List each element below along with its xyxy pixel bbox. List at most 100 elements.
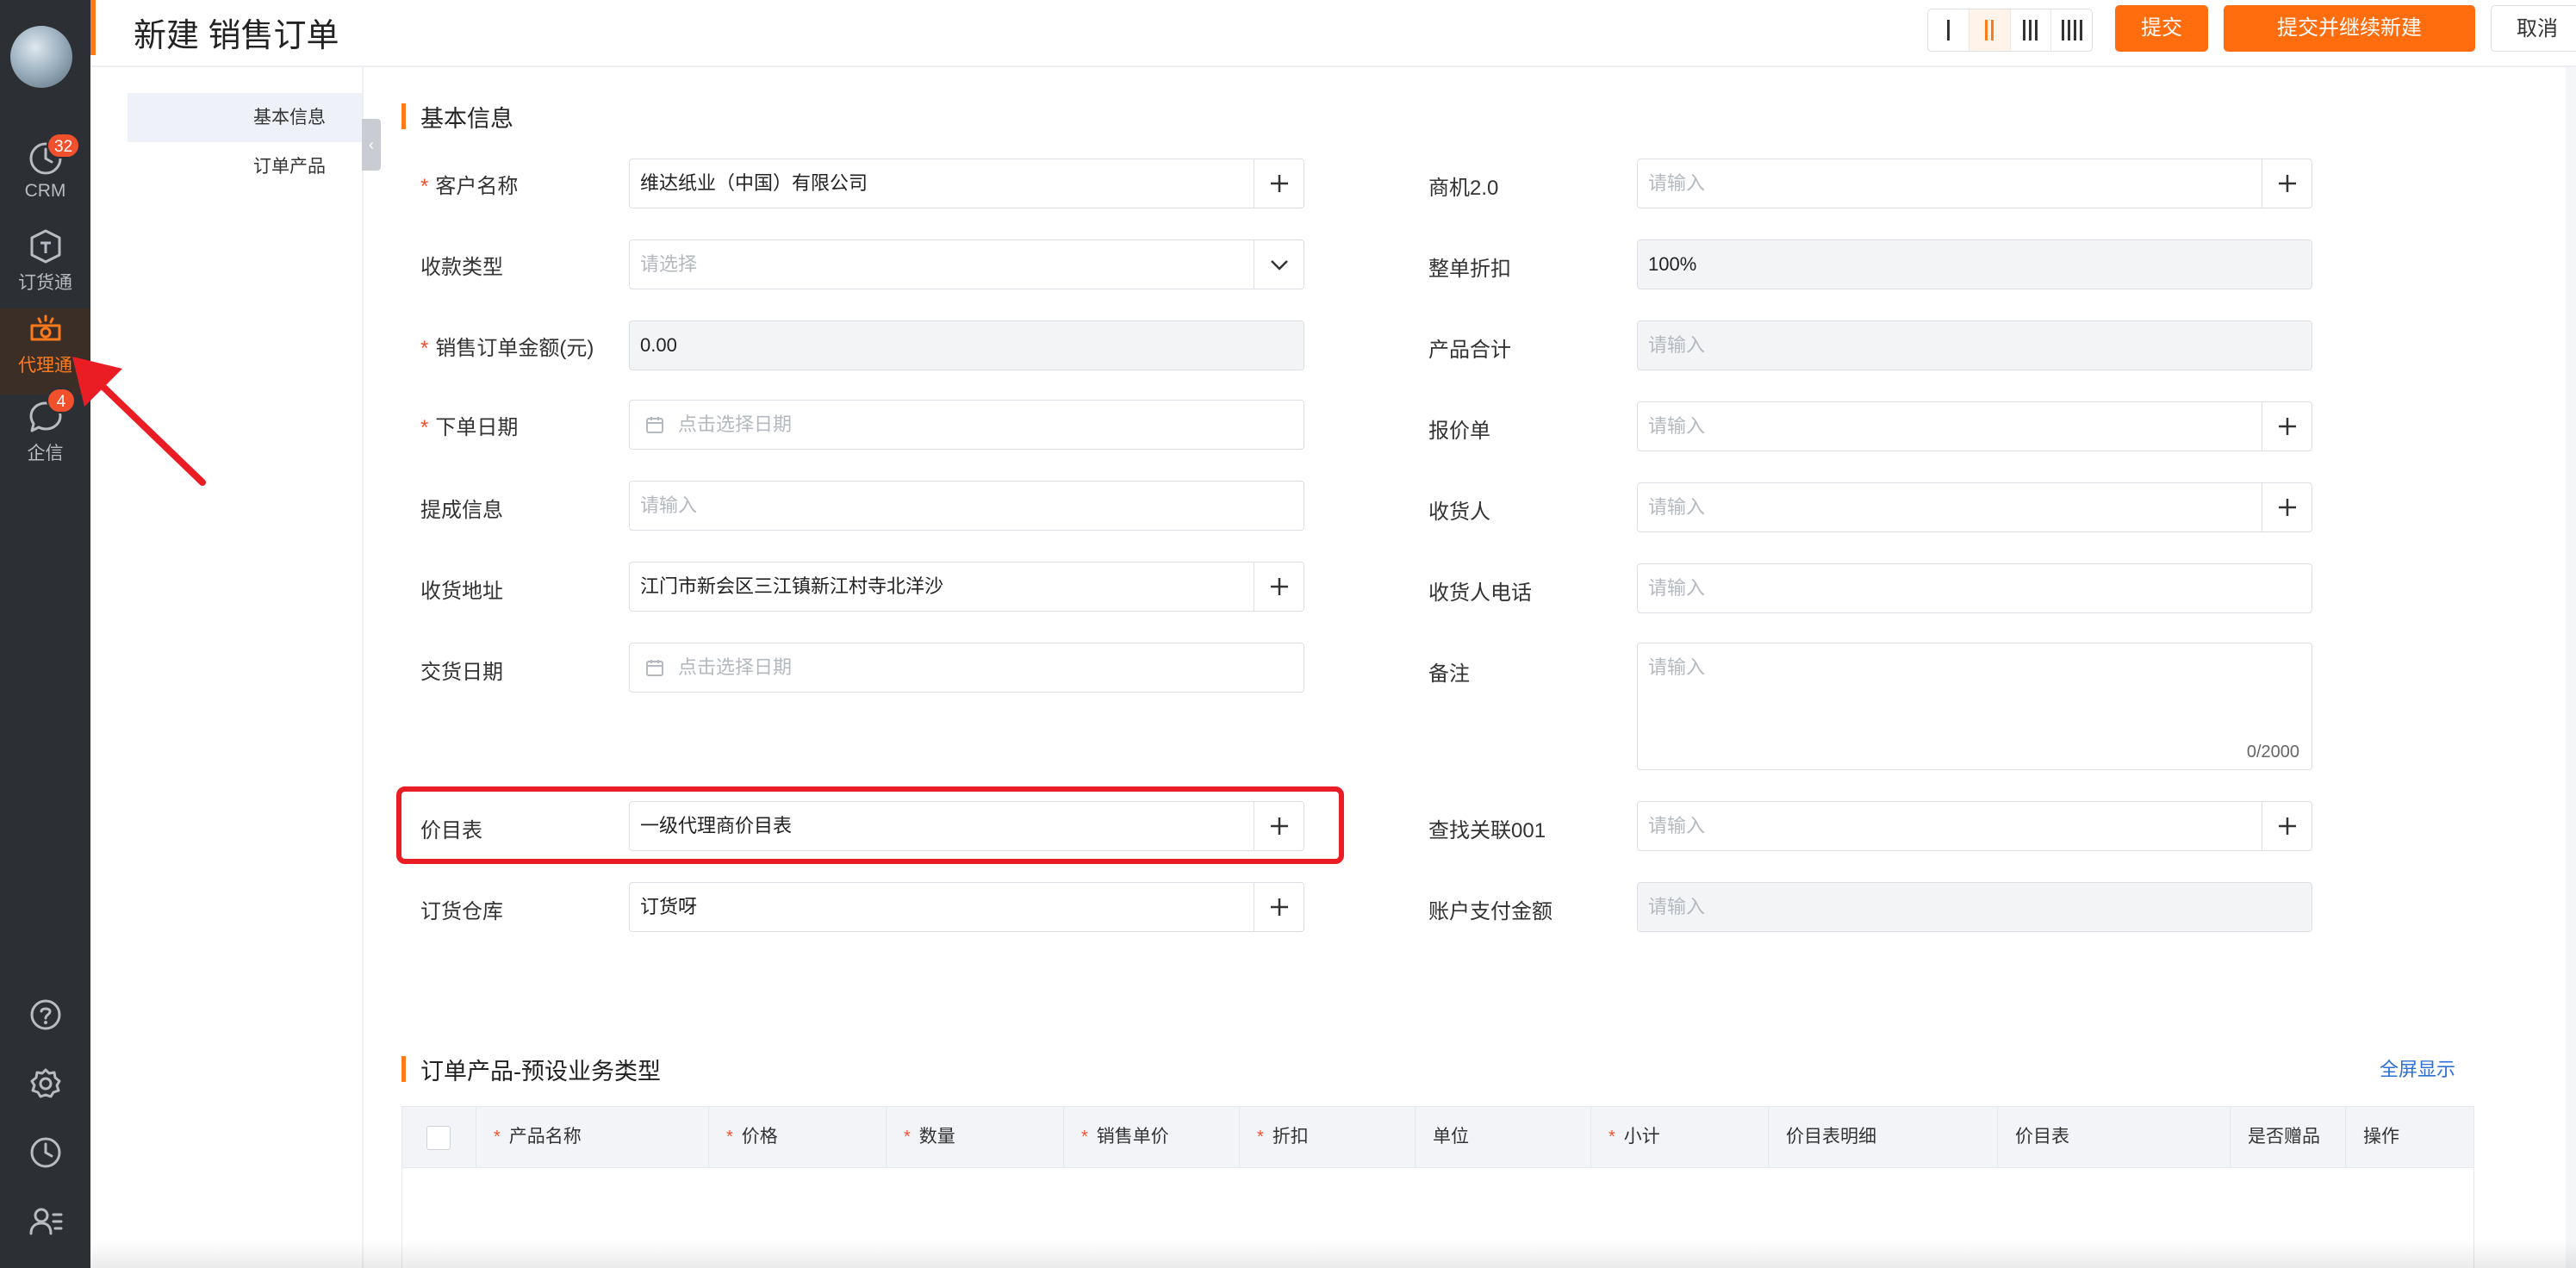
col-product-name[interactable]: * 产品名称 xyxy=(476,1107,709,1167)
payment-type-label: 收款类型 xyxy=(420,256,503,279)
commission-input[interactable]: 请输入 xyxy=(629,481,1304,531)
submit-and-new-button[interactable]: 提交并继续新建 xyxy=(2224,5,2475,52)
discount-label: 整单折扣 xyxy=(1428,258,1511,281)
collapse-nav-button[interactable]: ‹ xyxy=(362,119,381,171)
nav-divider xyxy=(362,67,364,1268)
settings-button[interactable] xyxy=(0,1060,90,1111)
annotation-highlight-box xyxy=(396,786,1344,864)
column-layout-switch xyxy=(1927,9,2093,52)
col-quantity[interactable]: * 数量 xyxy=(887,1107,1064,1167)
agent-icon xyxy=(30,314,60,341)
crm-badge: 32 xyxy=(47,133,81,158)
col-actions: 操作 xyxy=(2363,1127,2399,1147)
quote-placeholder: 请输入 xyxy=(1648,415,1706,437)
col-discount[interactable]: * 折扣 xyxy=(1240,1107,1416,1167)
customer-value: 维达纸业（中国）有限公司 xyxy=(640,172,868,194)
title-accent xyxy=(90,0,96,55)
plus-icon xyxy=(2278,499,2296,516)
delivery-date-placeholder: 点击选择日期 xyxy=(678,656,793,678)
help-button[interactable] xyxy=(0,991,90,1042)
annotation-arrow xyxy=(72,357,206,486)
col-price[interactable]: * 价格 xyxy=(709,1107,887,1167)
plus-icon xyxy=(2278,418,2296,435)
account-pay-field: 请输入 xyxy=(1637,882,2312,932)
lookup-field[interactable]: 请输入 xyxy=(1637,801,2312,851)
submit-button[interactable]: 提交 xyxy=(2115,5,2208,52)
plus-icon xyxy=(1270,898,1288,916)
dropdown-toggle[interactable] xyxy=(1254,240,1304,289)
history-button[interactable] xyxy=(0,1128,90,1180)
warehouse-label: 订货仓库 xyxy=(420,900,503,923)
quote-label: 报价单 xyxy=(1428,420,1490,443)
rail-label: CRM xyxy=(24,181,66,201)
section-title: 基本信息 xyxy=(420,106,513,132)
cancel-button[interactable]: 取消 xyxy=(2491,5,2576,52)
order-box-icon xyxy=(30,229,60,264)
col-price-list-detail[interactable]: 价目表明细 xyxy=(1769,1107,1998,1167)
order-date-picker[interactable]: 点击选择日期 xyxy=(629,400,1304,450)
opportunity-add-button[interactable] xyxy=(2262,159,2312,208)
warehouse-field[interactable]: 订货呀 xyxy=(629,882,1304,932)
layout-4-column[interactable] xyxy=(2051,9,2092,51)
rail-item-dinghuotong[interactable]: 订货通 xyxy=(0,226,90,312)
rail-item-crm[interactable]: CRM 32 xyxy=(0,133,90,224)
receiver-phone-input[interactable]: 请输入 xyxy=(1637,563,2312,613)
commission-placeholder: 请输入 xyxy=(640,494,698,516)
receiver-label: 收货人 xyxy=(1428,500,1490,524)
address-add-button[interactable] xyxy=(1254,563,1304,611)
layout-3-column[interactable] xyxy=(2011,9,2052,51)
commission-label: 提成信息 xyxy=(420,499,503,522)
calendar-icon xyxy=(646,660,663,676)
calendar-icon xyxy=(646,417,663,433)
remark-char-count: 0/2000 xyxy=(2246,743,2299,761)
lookup-add-button[interactable] xyxy=(2262,802,2312,850)
amount-field: 0.00 xyxy=(629,320,1304,370)
customer-label: * 客户名称 xyxy=(420,175,519,198)
user-settings-button[interactable] xyxy=(0,1197,90,1249)
receiver-add-button[interactable] xyxy=(2262,483,2312,531)
nav-basic-info[interactable]: 基本信息 xyxy=(128,93,362,142)
quote-add-button[interactable] xyxy=(2262,402,2312,451)
select-all-cell xyxy=(402,1107,476,1167)
order-date-placeholder: 点击选择日期 xyxy=(678,413,793,435)
customer-field[interactable]: 维达纸业（中国）有限公司 xyxy=(629,158,1304,208)
remark-textarea[interactable]: 请输入 0/2000 xyxy=(1637,643,2312,770)
fullscreen-link[interactable]: 全屏显示 xyxy=(2380,1054,2455,1082)
plus-icon xyxy=(2278,175,2296,192)
warehouse-value: 订货呀 xyxy=(640,896,698,917)
chevron-down-icon xyxy=(1270,260,1288,270)
section-title: 订单产品-预设业务类型 xyxy=(420,1059,661,1085)
quote-field[interactable]: 请输入 xyxy=(1637,401,2312,451)
rail-label: 订货通 xyxy=(18,273,72,293)
layout-2-column[interactable] xyxy=(1969,9,2011,51)
col-unit-price[interactable]: * 销售单价 xyxy=(1064,1107,1240,1167)
select-all-checkbox[interactable] xyxy=(426,1126,451,1150)
avatar[interactable] xyxy=(10,26,72,88)
col-is-gift[interactable]: 是否赠品 xyxy=(2231,1107,2346,1167)
layout-1-column[interactable] xyxy=(1928,9,1969,51)
col-unit[interactable]: 单位 xyxy=(1416,1107,1591,1167)
page-scrollbar[interactable] xyxy=(2566,67,2576,1268)
plus-icon xyxy=(1270,578,1288,595)
lookup-label: 查找关联001 xyxy=(1428,819,1546,842)
receiver-field[interactable]: 请输入 xyxy=(1637,482,2312,532)
amount-value: 0.00 xyxy=(640,334,677,356)
amount-label: * 销售订单金额(元) xyxy=(420,337,594,360)
address-field[interactable]: 江门市新会区三江镇新江村寺北洋沙 xyxy=(629,562,1304,612)
delivery-date-label: 交货日期 xyxy=(420,661,503,684)
delivery-date-picker[interactable]: 点击选择日期 xyxy=(629,643,1304,693)
product-total-field: 请输入 xyxy=(1637,320,2312,370)
col-subtotal[interactable]: * 小计 xyxy=(1591,1107,1769,1167)
customer-add-button[interactable] xyxy=(1254,159,1304,208)
nav-order-products[interactable]: 订单产品 xyxy=(128,142,362,191)
bottom-shadow xyxy=(90,1240,2576,1268)
product-total-placeholder: 请输入 xyxy=(1648,334,1706,356)
discount-value: 100% xyxy=(1648,253,1697,275)
warehouse-add-button[interactable] xyxy=(1254,883,1304,931)
col-price-list[interactable]: 价目表 xyxy=(1998,1107,2231,1167)
payment-type-select[interactable]: 请选择 xyxy=(629,239,1304,289)
opportunity-field[interactable]: 请输入 xyxy=(1637,158,2312,208)
help-icon xyxy=(30,999,60,1030)
gear-icon xyxy=(30,1068,60,1098)
payment-type-placeholder: 请选择 xyxy=(640,253,698,275)
